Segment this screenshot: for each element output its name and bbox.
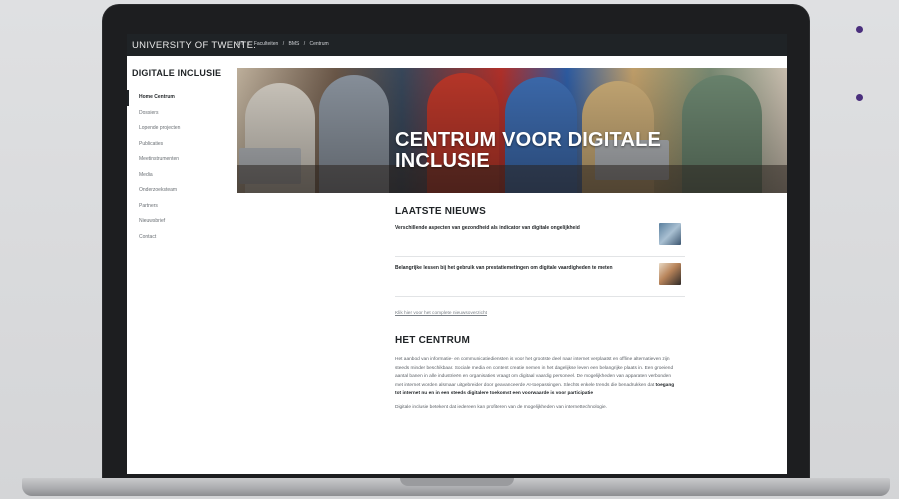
breadcrumb-separator: /	[282, 41, 285, 47]
sidebar-title: DIGITALE INCLUSIE	[132, 68, 222, 78]
centre-paragraph-text: Het aanbod van informatie- en communicat…	[395, 357, 674, 388]
news-item[interactable]: Belangrijke lessen bij het gebruik van p…	[395, 257, 685, 297]
site-header: UNIVERSITY OF TWENTE. UT / Faculteiten /…	[127, 34, 787, 56]
sidebar-item-contact[interactable]: Contact	[127, 230, 227, 246]
sidebar-item-home-centrum[interactable]: Home Centrum	[127, 90, 227, 106]
page-title: CENTRUM VOOR DIGITALE INCLUSIE	[395, 130, 695, 172]
breadcrumb: UT / Faculteiten / BMS / Centrum	[237, 41, 332, 47]
sidebar-item-partners[interactable]: Partners	[127, 199, 227, 215]
website-screen: UNIVERSITY OF TWENTE. UT / Faculteiten /…	[127, 34, 787, 474]
breadcrumb-ut[interactable]: UT	[237, 41, 244, 47]
breadcrumb-faculteiten[interactable]: Faculteiten	[254, 41, 278, 47]
sidebar-item-dossiers[interactable]: Dossiers	[127, 106, 227, 122]
centre-paragraph: Digitale inclusie betekent dat iedereen …	[395, 404, 608, 410]
news-overview-link[interactable]: Klik hier voor het complete nieuwsoverzi…	[395, 311, 487, 316]
news-heading: LAATSTE NIEUWS	[395, 206, 486, 217]
sidebar-item-meetinstrumenten[interactable]: Meetinstrumenten	[127, 152, 227, 168]
news-item-title[interactable]: Belangrijke lessen bij het gebruik van p…	[395, 265, 640, 272]
news-thumbnail[interactable]	[659, 263, 681, 285]
sidebar-item-lopende-projecten[interactable]: Lopende projecten	[127, 121, 227, 137]
breadcrumb-bms[interactable]: BMS	[288, 41, 299, 47]
sidebar-item-onderzoeksteam[interactable]: Onderzoeksteam	[127, 183, 227, 199]
news-item[interactable]: Verschillende aspecten van gezondheid al…	[395, 217, 685, 257]
centre-heading: HET CENTRUM	[395, 335, 470, 346]
centre-paragraph: Het aanbod van informatie- en communicat…	[395, 356, 680, 399]
page-title-line: CENTRUM VOOR DIGITALE	[395, 129, 662, 151]
sidebar-nav: Home Centrum Dossiers Lopende projecten …	[127, 90, 227, 245]
page-title-line: INCLUSIE	[395, 150, 490, 172]
main-content: LAATSTE NIEUWS Verschillende aspecten va…	[395, 206, 685, 412]
sidebar-item-nieuwsbrief[interactable]: Nieuwsbrief	[127, 214, 227, 230]
breadcrumb-centrum[interactable]: Centrum	[310, 41, 329, 47]
bullet-point	[856, 94, 863, 101]
sidebar-item-media[interactable]: Media	[127, 168, 227, 184]
presentation-slide: UNIVERSITY OF TWENTE. UT / Faculteiten /…	[0, 0, 899, 499]
laptop-notch	[400, 478, 514, 486]
sidebar-item-publicaties[interactable]: Publicaties	[127, 137, 227, 153]
news-thumbnail[interactable]	[659, 223, 681, 245]
hero-banner: CENTRUM VOOR DIGITALE INCLUSIE	[237, 68, 787, 193]
breadcrumb-separator: /	[248, 41, 250, 47]
breadcrumb-separator: /	[303, 41, 306, 47]
bullet-point	[856, 26, 863, 33]
news-item-title[interactable]: Verschillende aspecten van gezondheid al…	[395, 225, 640, 232]
